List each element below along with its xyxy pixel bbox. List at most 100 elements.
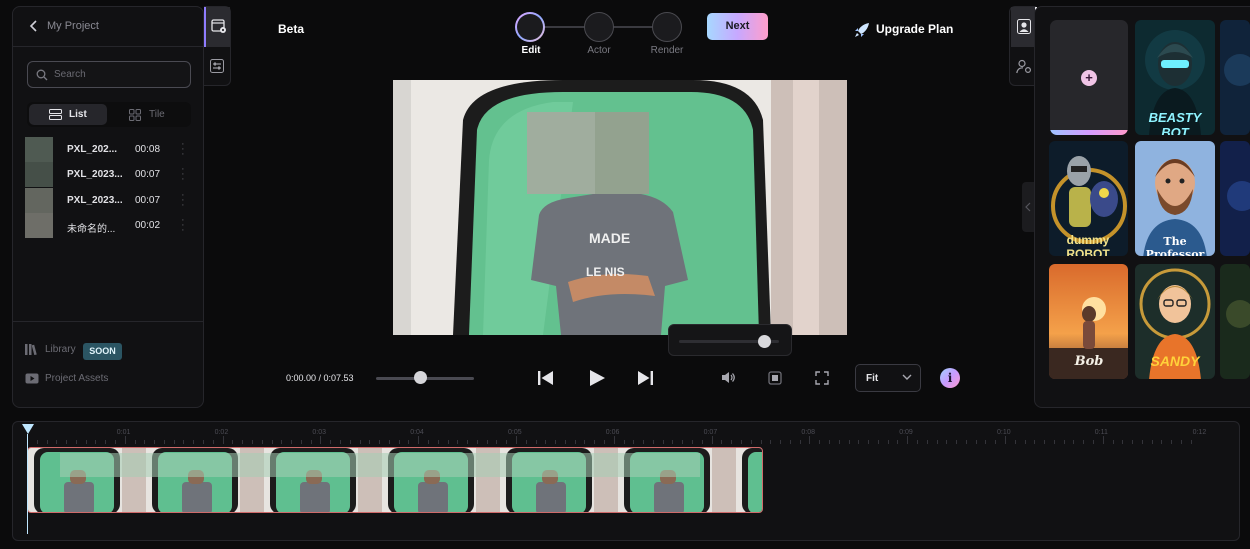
ruler-tick [780, 440, 782, 444]
skip-back-icon[interactable] [537, 370, 554, 386]
scrub-thumb[interactable] [413, 371, 427, 384]
ruler-tick [56, 440, 58, 444]
file-duration: 00:08 [135, 144, 161, 155]
ruler-tick [163, 440, 165, 444]
avatar-card-bob[interactable]: Bob [1049, 264, 1128, 379]
upgrade-plan-button[interactable]: Upgrade Plan [876, 22, 953, 36]
step-edit[interactable] [515, 12, 545, 42]
more-icon[interactable]: · · · [181, 164, 185, 185]
avatar-card-beasty-bot[interactable]: BEASTY BOT [1135, 20, 1215, 135]
tile-view-button[interactable]: Tile [109, 104, 189, 125]
ruler-tick [887, 440, 889, 444]
more-icon[interactable]: · · · [181, 190, 185, 211]
play-icon[interactable] [589, 369, 606, 387]
ruler-tick [66, 440, 68, 444]
ruler-tick [1161, 440, 1163, 444]
ruler-tick [271, 440, 273, 444]
ruler-tick [291, 440, 293, 444]
fit-dropdown-value: Fit [866, 373, 879, 384]
video-clip[interactable] [27, 447, 763, 513]
project-header[interactable]: My Project [13, 7, 203, 47]
step-render-label: Render [650, 45, 684, 56]
ruler-tick [1034, 440, 1036, 444]
avatar-card-partial[interactable] [1220, 20, 1250, 135]
timeline[interactable]: 0:01 0:02 0:03 0:04 0:05 0:06 0:07 0:08 0:09 0:10… [12, 421, 1240, 541]
ruler-tick [760, 440, 762, 444]
step-actor[interactable] [584, 12, 614, 42]
user-settings-icon[interactable] [1016, 59, 1032, 74]
list-view-button[interactable]: List [29, 104, 107, 125]
ruler-tick [124, 436, 126, 444]
volume-thumb[interactable] [758, 335, 771, 348]
avatar-card-professor[interactable]: The Professor [1135, 141, 1215, 256]
ruler-tick [701, 440, 703, 444]
tick-label: 0:10 [997, 429, 1011, 436]
collapse-panel-handle[interactable] [1022, 182, 1034, 232]
search-icon [36, 69, 48, 81]
more-icon[interactable]: · · · [181, 215, 185, 236]
avatar-thumbnail [1220, 141, 1250, 256]
user-icon [1017, 19, 1031, 34]
library-icon [25, 344, 37, 355]
ruler-tick [535, 440, 537, 444]
media-tab[interactable] [204, 7, 230, 47]
tick-label: 0:07 [703, 429, 718, 436]
ruler-tick [398, 440, 400, 444]
chevron-left-icon[interactable] [29, 20, 39, 32]
project-assets-label[interactable]: Project Assets [45, 373, 108, 384]
file-item[interactable]: PXL_202... 00:08 · · · [25, 137, 193, 162]
ruler-tick [868, 440, 870, 444]
avatar-card-partial[interactable] [1220, 141, 1250, 256]
file-item[interactable]: PXL_2023... 00:07 · · · [25, 162, 193, 187]
avatar-card-dummy-robot[interactable]: dummy ROBOT [1049, 141, 1128, 256]
file-duration: 00:07 [135, 169, 161, 180]
search-input[interactable]: Search [27, 61, 191, 88]
file-item[interactable]: 未命名的... 00:02 · · · [25, 213, 193, 238]
tile-view-label: Tile [149, 109, 165, 120]
step-render[interactable] [652, 12, 682, 42]
ruler-tick [203, 440, 205, 444]
ruler-tick [85, 440, 87, 444]
fullscreen-icon[interactable] [815, 371, 829, 385]
ruler-tick [936, 440, 938, 444]
volume-icon[interactable] [721, 371, 736, 384]
avatar-card-partial[interactable] [1220, 264, 1250, 379]
add-avatar-accent [1050, 130, 1128, 135]
ruler-tick [1181, 440, 1183, 444]
video-preview[interactable]: MADE LE NIS [393, 80, 847, 335]
ruler-tick [643, 440, 645, 444]
divider [13, 321, 203, 322]
info-button[interactable]: i [940, 368, 960, 388]
next-button[interactable]: Next [707, 13, 768, 40]
avatar-name: Bob [1074, 354, 1104, 369]
avatar-card-sandy[interactable]: SANDY [1135, 264, 1215, 379]
time-display: 0:00.00 / 0:07.53 [286, 373, 354, 383]
adjust-icon[interactable] [210, 59, 224, 73]
shirt-text-line1: MADE [589, 230, 630, 246]
ruler-tick [1102, 436, 1104, 444]
tick-label: 0:04 [410, 429, 424, 436]
ruler-tick [379, 440, 381, 444]
fit-dropdown[interactable]: Fit [855, 364, 921, 392]
skip-forward-icon[interactable] [637, 370, 654, 386]
ruler-tick [369, 440, 371, 444]
tick-label: 0:08 [801, 429, 816, 436]
ruler-tick [555, 440, 557, 444]
crop-icon[interactable] [768, 371, 782, 385]
ruler-tick [183, 440, 185, 444]
ruler-tick [506, 440, 508, 444]
ruler-tick [1151, 440, 1153, 444]
file-item[interactable]: PXL_2023... 00:07 · · · [25, 188, 193, 213]
tick-label: 0:01 [116, 429, 131, 436]
project-title[interactable]: My Project [47, 20, 99, 32]
playhead-handle[interactable] [22, 424, 34, 434]
avatar-name: SANDY [1150, 353, 1200, 369]
ruler-tick [662, 440, 664, 444]
timeline-ruler: 0:01 0:02 0:03 0:04 0:05 0:06 0:07 0:08 0:09 0:10… [13, 422, 1239, 446]
add-avatar-card[interactable]: + [1050, 20, 1128, 135]
more-icon[interactable]: · · · [181, 139, 185, 160]
ruler-tick [838, 440, 840, 444]
ruler-tick [633, 440, 635, 444]
plus-icon[interactable]: + [1081, 70, 1097, 86]
ruler-tick [858, 440, 860, 444]
